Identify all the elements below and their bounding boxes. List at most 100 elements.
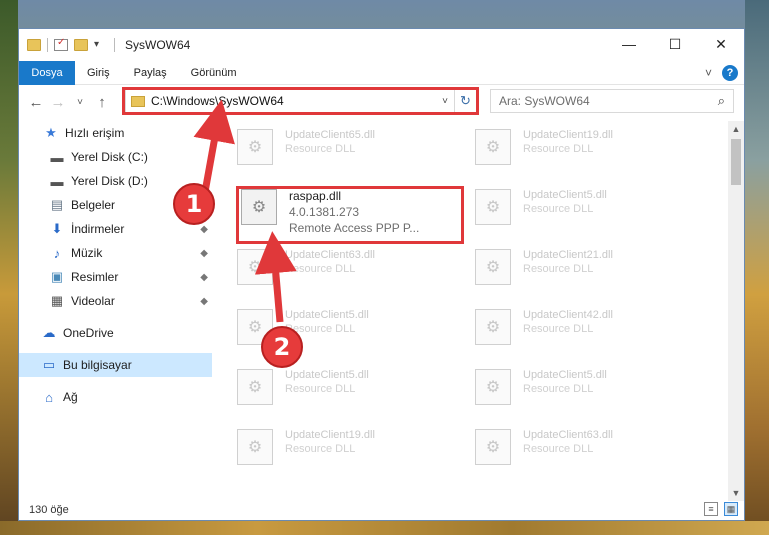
sidebar-item-label: Yerel Disk (D:) [71,174,148,188]
file-type: Resource DLL [285,143,356,155]
forward-button[interactable]: → [47,94,69,111]
file-name: UpdateClient42.dll [523,309,613,321]
dll-file-icon: ⚙ [475,129,511,165]
dll-file-icon: ⚙ [475,189,511,225]
recent-locations-button[interactable]: ˅ [69,97,91,108]
help-icon[interactable]: ? [722,65,738,81]
dll-file-icon: ⚙ [237,369,273,405]
sidebar-item-pictures[interactable]: ▣ Resimler ◆ [19,265,212,289]
sidebar-item-label: OneDrive [63,326,114,340]
file-highlight-box [236,186,464,244]
file-item[interactable]: ⚙ UpdateClient21.dll Resource DLL [475,249,705,289]
item-count: 130 öğe [29,503,69,516]
dll-file-icon: ⚙ [475,249,511,285]
tiles-view-icon[interactable]: ▦ [724,502,738,516]
tab-gorunum[interactable]: Görünüm [179,61,249,85]
step-1-badge: 1 [173,183,215,225]
pin-icon[interactable]: ◆ [200,224,208,235]
file-item[interactable]: ⚙ UpdateClient19.dll Resource DLL [475,129,705,169]
dll-file-icon: ⚙ [237,429,273,465]
file-type: Resource DLL [285,443,356,455]
dll-file-icon: ⚙ [237,129,273,165]
close-button[interactable]: ✕ [698,29,744,59]
sidebar-item-network[interactable]: ⌂ Ağ [19,385,212,409]
sidebar-item-label: İndirmeler [71,222,125,236]
ribbon-tabs: Dosya Giriş Paylaş Görünüm ˅ ? [19,60,744,85]
properties-icon[interactable] [54,37,68,51]
file-name: UpdateClient63.dll [285,249,375,261]
file-item[interactable]: ⚙ UpdateClient19.dll Resource DLL [237,429,467,469]
sidebar-item-label: Hızlı erişim [65,126,125,140]
scroll-up-arrow[interactable]: ▲ [728,121,744,137]
file-type: Resource DLL [285,263,356,275]
back-button[interactable]: ← [25,94,47,111]
desktop-background-right [745,0,769,535]
file-item[interactable]: ⚙ UpdateClient5.dll Resource DLL [475,189,705,229]
quick-access-toolbar: ▾ [19,37,115,52]
sidebar-item-this-pc[interactable]: ▭ Bu bilgisayar [19,353,212,377]
pin-icon[interactable]: ◆ [200,272,208,283]
cloud-icon: ☁ [42,325,56,340]
file-item[interactable]: ⚙ UpdateClient63.dll Resource DLL [475,429,705,469]
pictures-icon: ▣ [50,269,64,284]
sidebar-item-label: Bu bilgisayar [63,358,132,372]
file-type: Resource DLL [523,203,594,215]
sidebar-item-onedrive[interactable]: ☁ OneDrive [19,321,212,345]
video-icon: ▦ [50,293,64,308]
drive-icon: ▬ [50,149,64,165]
file-item[interactable]: ⚙ UpdateClient5.dll Resource DLL [475,369,705,409]
up-button[interactable]: ↑ [91,94,113,111]
network-icon: ⌂ [45,389,53,405]
file-item[interactable]: ⚙ UpdateClient42.dll Resource DLL [475,309,705,349]
view-toggle: ≡ ▦ [704,502,738,516]
divider [47,38,48,52]
sidebar-item-label: Resimler [71,270,119,284]
file-name: UpdateClient19.dll [285,429,375,441]
tab-dosya[interactable]: Dosya [19,60,75,85]
step-2-badge: 2 [261,326,303,368]
file-type: Resource DLL [523,323,594,335]
minimize-button[interactable]: — [606,29,652,59]
file-type: Resource DLL [523,143,594,155]
scrollbar-thumb[interactable] [731,139,741,185]
sidebar-item-disk-c[interactable]: ▬ Yerel Disk (C:) [19,145,212,169]
file-type: Resource DLL [523,443,594,455]
dll-file-icon: ⚙ [237,249,273,285]
expand-ribbon-icon[interactable]: ˅ [705,66,712,80]
sidebar-item-videos[interactable]: ▦ Videolar ◆ [19,289,212,313]
file-item[interactable]: ⚙ UpdateClient65.dll Resource DLL [237,129,467,169]
file-list: ⚙ UpdateClient65.dll Resource DLL ⚙ rasp… [219,121,729,501]
search-input[interactable]: Ara: SysWOW64 [499,94,590,108]
pin-icon[interactable]: ◆ [200,248,208,259]
maximize-button[interactable]: ☐ [652,29,698,59]
file-item[interactable]: ⚙ UpdateClient5.dll Resource DLL [237,369,467,409]
customize-qat-icon[interactable]: ▾ [94,39,108,51]
desktop-background-bottom [0,521,769,535]
details-view-icon[interactable]: ≡ [704,502,718,516]
desktop-background-left [0,0,18,535]
sidebar-item-music[interactable]: ♪ Müzik ◆ [19,241,212,265]
sidebar-item-quick-access[interactable]: ★ Hızlı erişim [19,121,212,145]
tab-paylas[interactable]: Paylaş [122,61,179,85]
divider [114,38,115,52]
sidebar-item-label: Ağ [63,390,78,404]
search-icon[interactable]: ⌕ [718,93,725,109]
new-folder-icon[interactable] [74,39,88,51]
navigation-pane: ★ Hızlı erişim ▬ Yerel Disk (C:) ▬ Yerel… [19,121,212,501]
folder-icon [27,39,41,51]
tab-giris[interactable]: Giriş [75,61,122,85]
music-icon: ♪ [53,245,61,261]
pin-icon[interactable]: ◆ [200,296,208,307]
dll-file-icon: ⚙ [475,369,511,405]
vertical-scrollbar[interactable]: ▲ ▼ [728,121,744,501]
search-box[interactable]: Ara: SysWOW64 ⌕ [490,89,734,113]
file-name: UpdateClient19.dll [523,129,613,141]
dll-file-icon: ⚙ [475,309,511,345]
file-type: Resource DLL [523,383,594,395]
file-type: Resource DLL [523,263,594,275]
file-item[interactable]: ⚙ UpdateClient63.dll Resource DLL [237,249,467,289]
download-icon: ⬇ [51,221,63,236]
